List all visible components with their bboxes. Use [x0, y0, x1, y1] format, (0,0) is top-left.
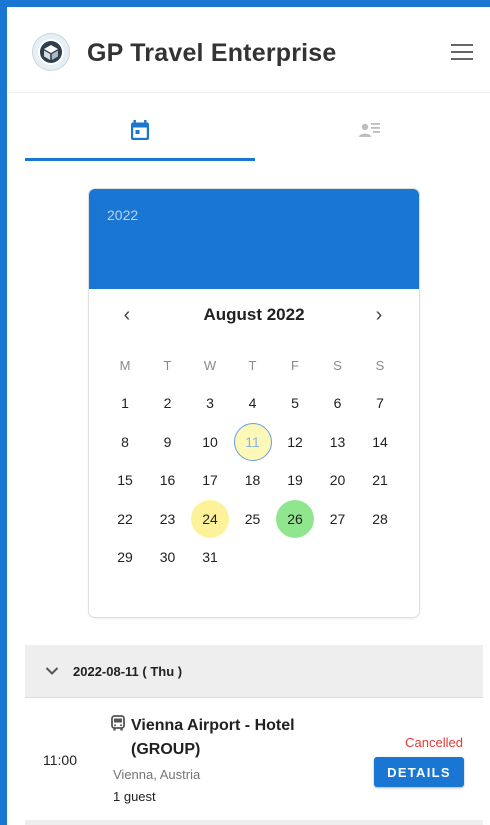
calendar-day[interactable]: 18	[234, 461, 272, 499]
calendar-day[interactable]: 6	[319, 384, 357, 422]
weekday-label: T	[163, 357, 172, 373]
calendar-day[interactable]: 29	[106, 538, 144, 576]
calendar-day[interactable]: 16	[149, 461, 187, 499]
weekday-label: S	[333, 357, 342, 373]
calendar-day[interactable]: 25	[234, 500, 272, 538]
calendar-day[interactable]: 20	[319, 461, 357, 499]
calendar-day[interactable]: 31	[191, 538, 229, 576]
transfer-entry: 11:00 Vienna Airport - Hotel (GROUP) Vie…	[25, 698, 483, 820]
agenda-date: 2022-08-11 ( Thu )	[73, 664, 183, 679]
calendar-day[interactable]: 17	[191, 461, 229, 499]
calendar-icon	[131, 119, 149, 140]
chevron-down-icon	[45, 667, 59, 675]
calendar-day[interactable]: 10	[191, 423, 229, 461]
transfer-time: 11:00	[43, 752, 77, 768]
next-entry-divider	[25, 820, 483, 825]
calendar-day[interactable]: 22	[106, 500, 144, 538]
calendar-day[interactable]: 1	[106, 384, 144, 422]
app-header: GP Travel Enterprise	[7, 7, 490, 93]
calendar-day[interactable]: 30	[149, 538, 187, 576]
calendar-day[interactable]: 28	[361, 500, 399, 538]
weekday-label: W	[203, 357, 217, 373]
calendar-day[interactable]: 21	[361, 461, 399, 499]
next-month-button[interactable]: ›	[363, 299, 395, 331]
month-navigation: ‹ August 2022 ›	[89, 293, 419, 337]
details-button[interactable]: DETAILS	[374, 757, 464, 787]
view-tabs	[25, 100, 485, 162]
logo-icon	[32, 33, 70, 71]
tab-calendar[interactable]	[25, 100, 255, 160]
calendar-day[interactable]: 12	[276, 423, 314, 461]
active-tab-indicator	[25, 158, 255, 161]
calendar-day[interactable]: 14	[361, 423, 399, 461]
calendar-day[interactable]: 15	[106, 461, 144, 499]
transfer-location: Vienna, Austria	[113, 767, 201, 782]
guest-count: 1 guest	[113, 789, 156, 804]
status-badge: Cancelled	[405, 735, 463, 750]
calendar-day[interactable]: 2	[149, 384, 187, 422]
calendar-day[interactable]: 24	[191, 499, 229, 538]
calendar-day[interactable]: 27	[319, 500, 357, 538]
calendar-day[interactable]: 7	[361, 384, 399, 422]
agenda-day-header[interactable]: 2022-08-11 ( Thu )	[25, 645, 483, 698]
tab-guest-list[interactable]	[255, 100, 485, 160]
calendar-day[interactable]: 4	[234, 384, 272, 422]
weekday-label: S	[375, 357, 385, 373]
weekday-label: M	[119, 357, 131, 373]
calendar-day[interactable]: 9	[149, 423, 187, 461]
hamburger-menu-icon[interactable]	[451, 44, 473, 62]
calendar-day[interactable]: 26	[276, 499, 314, 538]
window-frame-top	[0, 0, 490, 7]
date-picker-header: 2022	[89, 189, 419, 289]
app-title: GP Travel Enterprise	[87, 39, 337, 67]
calendar-day[interactable]: 8	[106, 423, 144, 461]
calendar-day[interactable]: 23	[149, 500, 187, 538]
contact-list-icon	[359, 123, 380, 137]
bus-icon	[111, 715, 125, 731]
calendar-day[interactable]: 19	[276, 461, 314, 499]
year-selector[interactable]: 2022	[107, 207, 138, 223]
weekday-label: T	[248, 357, 257, 373]
date-picker: 2022 ‹ August 2022 › M T W T F S S 1 2 3 4 5 6 7 8 9 10 1…	[89, 189, 419, 617]
calendar-day[interactable]: 11	[233, 422, 272, 461]
calendar-day[interactable]: 5	[276, 384, 314, 422]
weekday-label: F	[291, 357, 299, 373]
transfer-title: Vienna Airport - Hotel (GROUP)	[131, 717, 295, 758]
calendar-day[interactable]: 13	[319, 423, 357, 461]
calendar-day[interactable]: 3	[191, 384, 229, 422]
window-frame-left	[0, 0, 7, 825]
